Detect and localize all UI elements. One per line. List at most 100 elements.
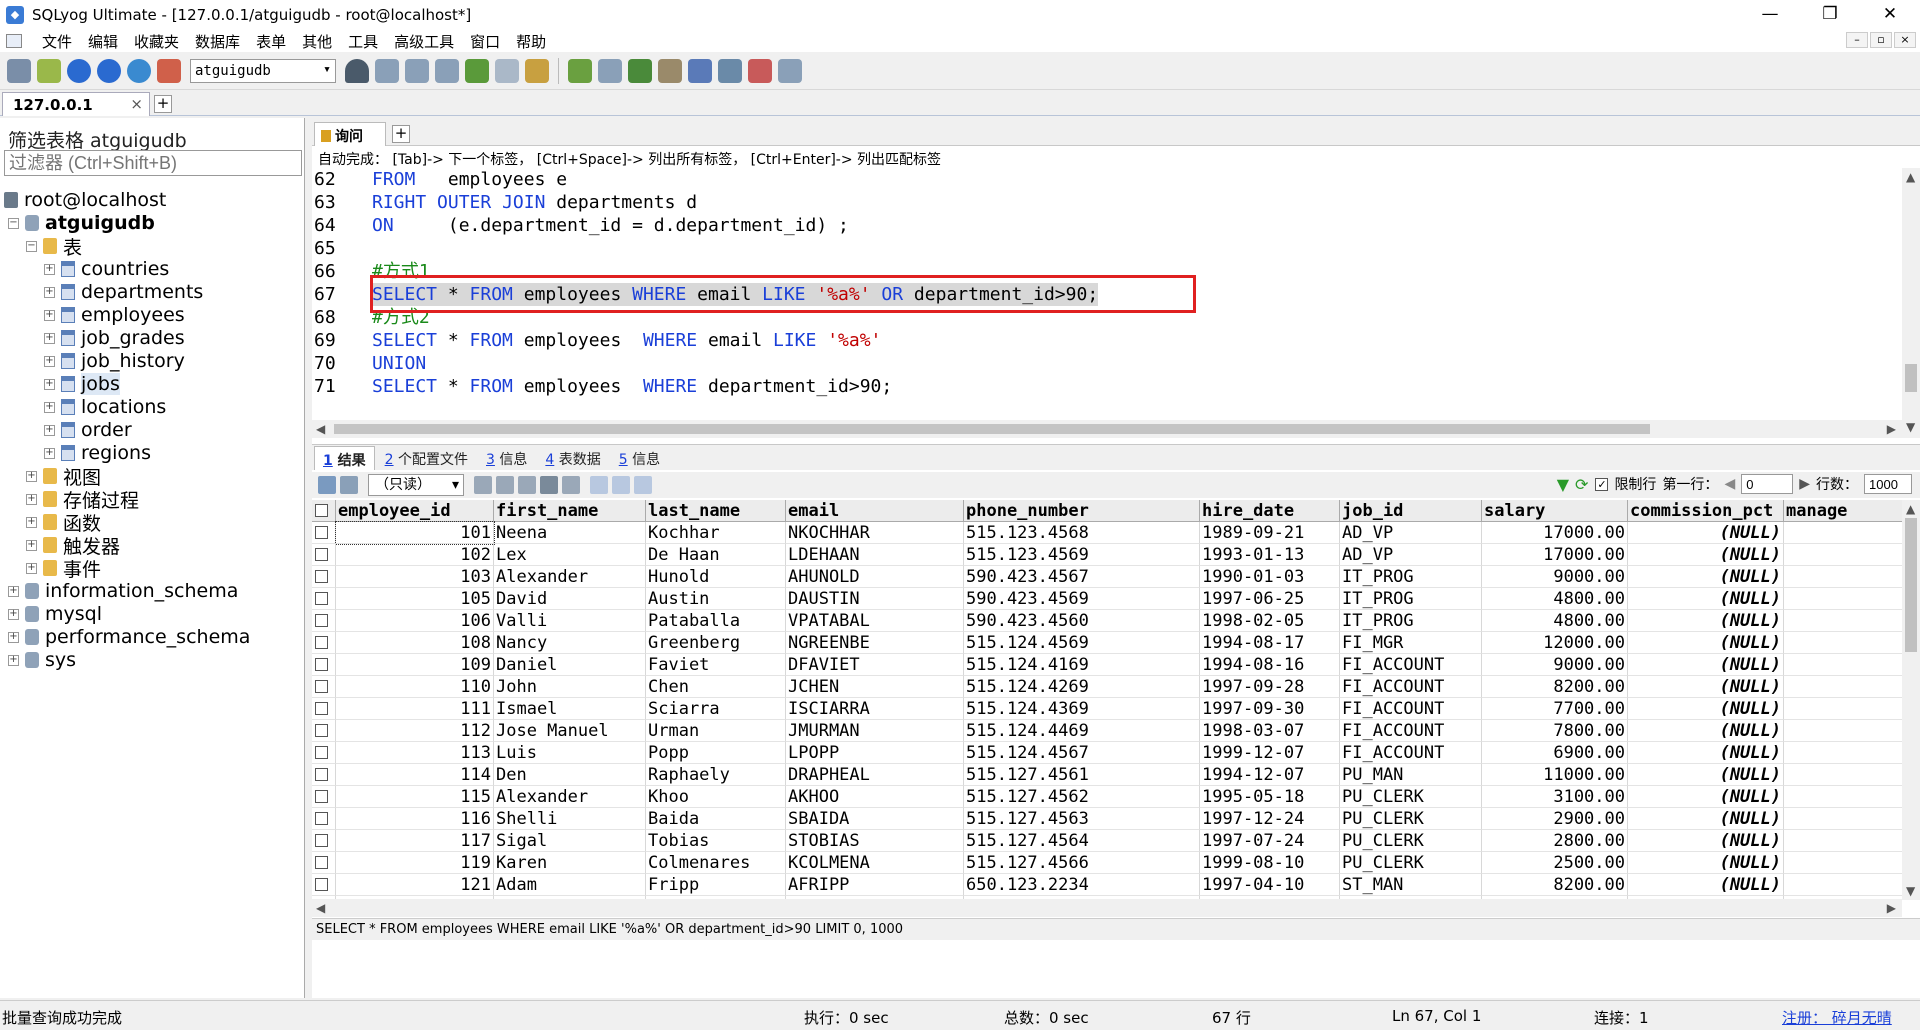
- schema-sync-icon[interactable]: [628, 58, 652, 83]
- row-checkbox-cell[interactable]: [312, 852, 336, 874]
- grid-cell[interactable]: 1998-02-05: [1200, 610, 1340, 632]
- grid-cell[interactable]: 108: [336, 632, 494, 654]
- grid-cell[interactable]: [1784, 698, 1902, 720]
- grid-cell[interactable]: 650.123.2234: [964, 874, 1200, 896]
- grid-cell[interactable]: David: [494, 588, 646, 610]
- grid-cell[interactable]: [1784, 522, 1902, 544]
- grid-cell[interactable]: AKHOO: [786, 786, 964, 808]
- row-checkbox-cell[interactable]: [312, 654, 336, 676]
- grid-cell[interactable]: Sciarra: [646, 698, 786, 720]
- refresh-result-icon[interactable]: ⟳: [1575, 475, 1588, 494]
- grid-cell[interactable]: Faviet: [646, 654, 786, 676]
- grid-cell[interactable]: Neena: [494, 522, 646, 544]
- grid-cell[interactable]: 1993-01-13: [1200, 544, 1340, 566]
- grid-cell[interactable]: PU_CLERK: [1340, 830, 1482, 852]
- grid-cell[interactable]: Tobias: [646, 830, 786, 852]
- maximize-button[interactable]: ❐: [1800, 0, 1860, 30]
- row-checkbox[interactable]: [315, 548, 328, 561]
- expand-icon[interactable]: +: [44, 378, 55, 390]
- grid-cell[interactable]: 114: [336, 764, 494, 786]
- tab-result[interactable]: 1 结果: [314, 446, 375, 470]
- row-checkbox-cell[interactable]: [312, 720, 336, 742]
- grid-cell[interactable]: 117: [336, 830, 494, 852]
- grid-cell[interactable]: 103: [336, 566, 494, 588]
- new-connection-icon[interactable]: [7, 58, 31, 83]
- grid-cell[interactable]: (NULL): [1628, 632, 1784, 654]
- menu-file[interactable]: 文件: [38, 31, 72, 52]
- cancel-icon[interactable]: [562, 476, 580, 494]
- grid-horizontal-scrollbar[interactable]: ◀ ▶: [312, 899, 1902, 917]
- close-tab-icon[interactable]: ×: [130, 95, 143, 113]
- row-checkbox[interactable]: [315, 878, 328, 891]
- scroll-down-icon[interactable]: ▼: [1906, 420, 1915, 434]
- grid-cell[interactable]: 110: [336, 676, 494, 698]
- scroll-up-icon[interactable]: ▲: [1906, 170, 1915, 184]
- grid-cell[interactable]: 515.123.4568: [964, 522, 1200, 544]
- grid-cell[interactable]: [1784, 764, 1902, 786]
- table-row[interactable]: 119 Karen Colmenares KCOLMENA 515.127.4566 19…: [312, 852, 1902, 874]
- row-checkbox-cell[interactable]: [312, 632, 336, 654]
- scroll-right-icon[interactable]: ▶: [1887, 901, 1896, 915]
- row-checkbox-cell[interactable]: [312, 610, 336, 632]
- row-checkbox[interactable]: [315, 768, 328, 781]
- grid-cell[interactable]: 515.127.4562: [964, 786, 1200, 808]
- add-query-tab-button[interactable]: +: [392, 125, 410, 143]
- scroll-right-icon[interactable]: ▶: [1887, 422, 1896, 436]
- expand-icon[interactable]: +: [26, 470, 37, 482]
- grid-cell[interactable]: KCOLMENA: [786, 852, 964, 874]
- row-checkbox-cell[interactable]: [312, 742, 336, 764]
- grid-cell[interactable]: 1994-08-17: [1200, 632, 1340, 654]
- grid-cell[interactable]: 109: [336, 654, 494, 676]
- expand-icon[interactable]: +: [44, 286, 55, 298]
- table-row[interactable]: 103 Alexander Hunold AHUNOLD 590.423.4567 199…: [312, 566, 1902, 588]
- row-checkbox[interactable]: [315, 834, 328, 847]
- table-row[interactable]: 106 Valli Pataballa VPATABAL 590.423.4560 199…: [312, 610, 1902, 632]
- grid-cell[interactable]: 7700.00: [1482, 698, 1628, 720]
- grid-cell[interactable]: 17000.00: [1482, 544, 1628, 566]
- grid-cell[interactable]: 515.124.4569: [964, 632, 1200, 654]
- scroll-left-icon[interactable]: ◀: [316, 901, 325, 915]
- expand-icon[interactable]: +: [44, 447, 55, 459]
- select-all-checkbox[interactable]: [315, 504, 328, 517]
- result-grid[interactable]: employee_id first_name last_name email phone…: [312, 500, 1902, 900]
- grid-cell[interactable]: 1990-01-03: [1200, 566, 1340, 588]
- row-checkbox-cell[interactable]: [312, 874, 336, 896]
- grid-cell[interactable]: 8200.00: [1482, 874, 1628, 896]
- tree-db-sys[interactable]: + sys: [8, 646, 76, 674]
- close-button[interactable]: ✕: [1860, 0, 1920, 30]
- grid-cell[interactable]: FI_MGR: [1340, 632, 1482, 654]
- grid-cell[interactable]: Adam: [494, 874, 646, 896]
- filter-input[interactable]: [4, 150, 302, 176]
- grid-cell[interactable]: PU_CLERK: [1340, 786, 1482, 808]
- grid-mode-icon[interactable]: [590, 476, 608, 494]
- grid-cell[interactable]: 1997-12-24: [1200, 808, 1340, 830]
- schema-designer-icon[interactable]: [778, 58, 802, 83]
- row-checkbox[interactable]: [315, 702, 328, 715]
- grid-cell[interactable]: [1784, 742, 1902, 764]
- tab-info[interactable]: 3 信息: [478, 446, 535, 470]
- grid-cell[interactable]: 4800.00: [1482, 610, 1628, 632]
- grid-cell[interactable]: 515.124.4469: [964, 720, 1200, 742]
- grid-cell[interactable]: [1784, 786, 1902, 808]
- grid-cell[interactable]: De Haan: [646, 544, 786, 566]
- menu-tools[interactable]: 工具: [344, 31, 378, 52]
- grid-cell[interactable]: VPATABAL: [786, 610, 964, 632]
- table-row[interactable]: 116 Shelli Baida SBAIDA 515.127.4563 1997-12-…: [312, 808, 1902, 830]
- grid-cell[interactable]: (NULL): [1628, 698, 1784, 720]
- export-icon[interactable]: [435, 58, 459, 83]
- menu-window[interactable]: 窗口: [466, 31, 500, 52]
- menu-edit[interactable]: 编辑: [84, 31, 118, 52]
- table-row[interactable]: 102 Lex De Haan LDEHAAN 515.123.4569 1993-01-…: [312, 544, 1902, 566]
- grid-cell[interactable]: John: [494, 676, 646, 698]
- grid-cell[interactable]: AHUNOLD: [786, 566, 964, 588]
- grid-cell[interactable]: Valli: [494, 610, 646, 632]
- grid-cell[interactable]: (NULL): [1628, 610, 1784, 632]
- grid-cell[interactable]: Daniel: [494, 654, 646, 676]
- grid-cell[interactable]: Raphaely: [646, 764, 786, 786]
- row-checkbox-cell[interactable]: [312, 786, 336, 808]
- tab-info-2[interactable]: 5 信息: [611, 446, 668, 470]
- expand-icon[interactable]: +: [44, 355, 55, 367]
- menu-table[interactable]: 表单: [252, 31, 286, 52]
- scroll-thumb[interactable]: [1905, 364, 1917, 392]
- grid-cell[interactable]: [1784, 720, 1902, 742]
